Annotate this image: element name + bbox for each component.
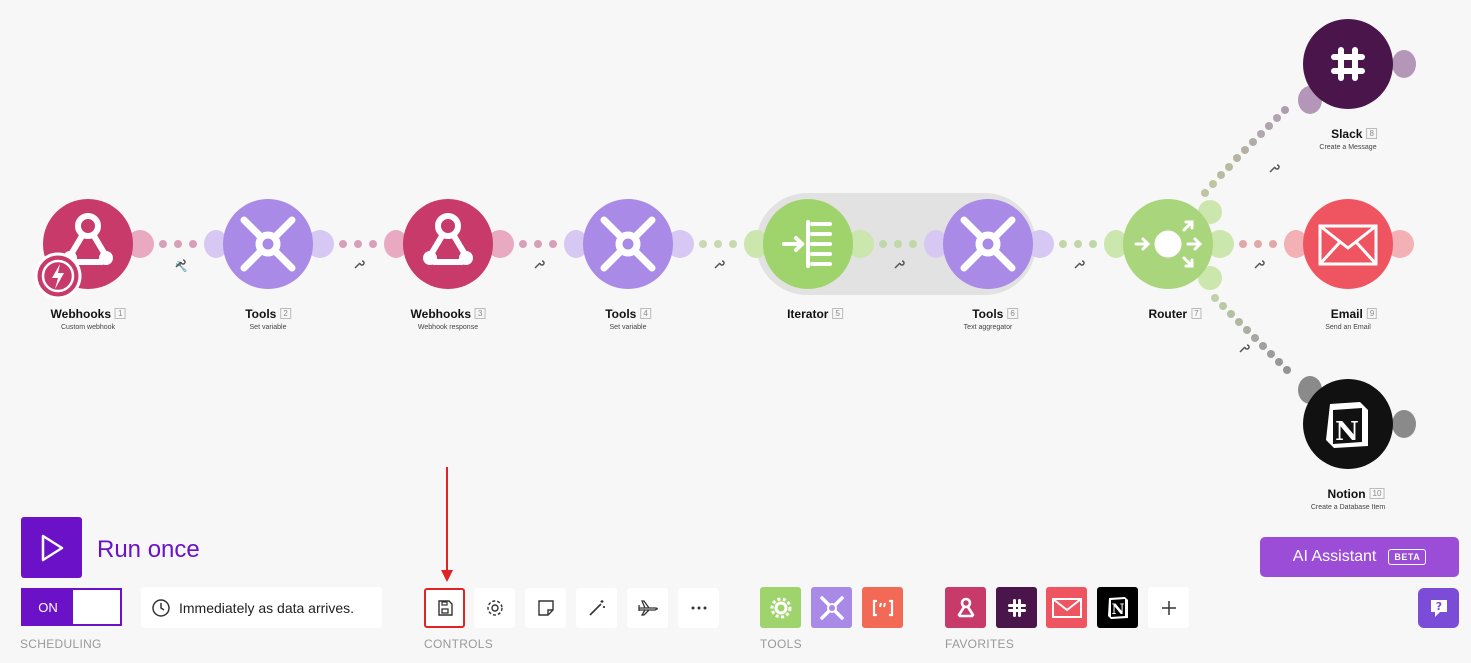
node-webhooks-3[interactable]: [403, 199, 493, 289]
tool-flow-control-button[interactable]: [760, 587, 801, 628]
save-button[interactable]: [424, 588, 465, 628]
node-router-7[interactable]: [1123, 199, 1213, 289]
add-favorite-button[interactable]: [1148, 587, 1189, 628]
run-once-button[interactable]: [21, 517, 82, 578]
explain-flow-button[interactable]: [627, 588, 668, 628]
ai-assistant-button[interactable]: AI Assistant BETA: [1260, 537, 1459, 577]
ai-assistant-label: AI Assistant: [1292, 548, 1377, 565]
node-tools-6[interactable]: [943, 199, 1033, 289]
node-subtitle: Set variable: [609, 324, 647, 331]
node-title-router-7: Router 7: [1148, 307, 1202, 321]
node-subtitle: Webhook response: [417, 324, 479, 331]
webhook-icon: [957, 597, 974, 617]
annotation-arrow: [441, 467, 453, 582]
wrench-icon[interactable]: [1239, 344, 1250, 353]
node-title-webhooks-3: Webhooks 3: [411, 307, 486, 321]
node-title-notion-10: Notion 10: [1328, 487, 1385, 501]
node-subtitle: Custom webhook: [60, 324, 116, 331]
node-notion-10[interactable]: N: [1303, 379, 1393, 469]
node-subtitle: Create a Message: [1319, 144, 1377, 151]
text-parser-icon: [872, 599, 893, 616]
envelope-icon: [1051, 597, 1082, 618]
more-icon: [691, 606, 706, 610]
favorites-section-label: FAVORITES: [945, 637, 1015, 651]
controls-section-label: CONTROLS: [424, 637, 494, 651]
favorite-email-button[interactable]: [1046, 587, 1087, 628]
wrench-icon[interactable]: [714, 260, 725, 269]
node-tools-4[interactable]: [583, 199, 673, 289]
wrench-icon[interactable]: [354, 260, 365, 269]
slack-icon: [1007, 598, 1026, 617]
schedule-setting-button[interactable]: Immediately as data arrives.: [141, 587, 382, 628]
wrench-icon[interactable]: [1254, 260, 1265, 269]
notes-button[interactable]: [525, 588, 566, 628]
wrench-icon[interactable]: [534, 260, 545, 269]
tool-text-parser-button[interactable]: [862, 587, 903, 628]
save-icon: [437, 600, 453, 616]
notion-icon: N: [1107, 596, 1128, 619]
node-webhooks-1[interactable]: [34, 199, 133, 300]
node-title-webhooks-1: Webhooks 1: [51, 307, 126, 321]
magic-wand-icon: [588, 600, 605, 616]
note-icon: [537, 600, 554, 616]
svg-text:?: ?: [1435, 600, 1441, 613]
beta-badge: BETA: [1388, 549, 1427, 565]
more-button[interactable]: [678, 588, 719, 628]
svg-text:N: N: [1335, 417, 1359, 447]
gear-icon: [770, 597, 791, 618]
tools-section-label: TOOLS: [760, 637, 802, 651]
scheduling-toggle[interactable]: ON: [21, 588, 122, 626]
node-title-tools-6: Tools 6: [972, 307, 1018, 321]
node-title-tools-4: Tools 4: [605, 307, 651, 321]
wrench-icon[interactable]: [1074, 260, 1085, 269]
node-subtitle: Set variable: [249, 324, 287, 331]
favorite-slack-button[interactable]: [996, 587, 1037, 628]
node-tools-2[interactable]: [223, 199, 313, 289]
svg-text:N: N: [1111, 602, 1124, 618]
node-title-email-9: Email 9: [1331, 307, 1378, 321]
node-subtitle: Text aggregator: [963, 324, 1013, 331]
clock-icon: [152, 598, 170, 617]
node-subtitle: Create a Database Item: [1310, 504, 1386, 511]
node-iterator-5[interactable]: [763, 199, 853, 289]
run-once-label[interactable]: Run once: [97, 536, 200, 564]
settings-button[interactable]: [474, 588, 515, 628]
help-button[interactable]: ?: [1418, 588, 1459, 628]
node-title-tools-2: Tools 2: [245, 307, 291, 321]
schedule-text: Immediately as data arrives.: [179, 599, 355, 616]
airplane-icon: [637, 600, 658, 616]
help-chat-icon: ?: [1430, 600, 1447, 617]
play-icon: [41, 534, 63, 561]
favorite-notion-button[interactable]: N: [1097, 587, 1138, 628]
node-title-iterator-5: Iterator 5: [787, 307, 843, 321]
tools-icon: [819, 595, 844, 620]
node-title-slack-8: Slack 8: [1331, 127, 1377, 141]
notion-icon: N: [1326, 402, 1368, 448]
node-subtitle: Send an Email: [1325, 324, 1371, 331]
tool-tools-button[interactable]: [811, 587, 852, 628]
scheduling-toggle-on: ON: [23, 590, 73, 624]
plus-icon: [1161, 600, 1176, 615]
auto-align-button[interactable]: [576, 588, 617, 628]
node-slack-8[interactable]: [1303, 19, 1393, 109]
node-email-9[interactable]: [1303, 199, 1393, 289]
favorite-webhooks-button[interactable]: [945, 587, 986, 628]
scheduling-section-label: SCHEDULING: [20, 637, 102, 651]
gear-icon: [486, 600, 503, 616]
wrench-icon[interactable]: [1269, 164, 1280, 173]
